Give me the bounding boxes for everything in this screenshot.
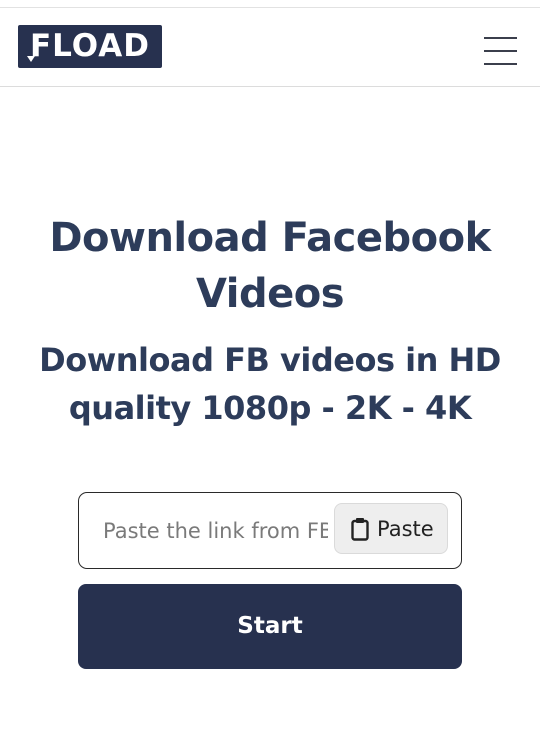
- page: FLOAD Download Facebook Videos Download …: [0, 0, 540, 731]
- link-input-box: Paste: [78, 492, 462, 569]
- logo-arrow-icon: [27, 56, 35, 62]
- hamburger-line: [484, 50, 517, 52]
- site-header: FLOAD: [0, 8, 540, 87]
- link-input[interactable]: [103, 515, 328, 547]
- paste-button[interactable]: Paste: [334, 503, 448, 554]
- logo-text: FLOAD: [29, 28, 151, 64]
- start-button[interactable]: Start: [78, 584, 462, 669]
- page-title: Download Facebook Videos: [49, 215, 491, 317]
- clipboard-icon: [351, 518, 369, 541]
- page-subtitle: Download FB videos in HD quality 1080p -…: [39, 341, 501, 427]
- hamburger-menu-button[interactable]: [480, 30, 520, 65]
- fload-logo[interactable]: FLOAD: [18, 25, 162, 68]
- hamburger-menu-icon: [484, 37, 517, 39]
- paste-label: Paste: [377, 517, 434, 541]
- hamburger-line: [484, 63, 517, 65]
